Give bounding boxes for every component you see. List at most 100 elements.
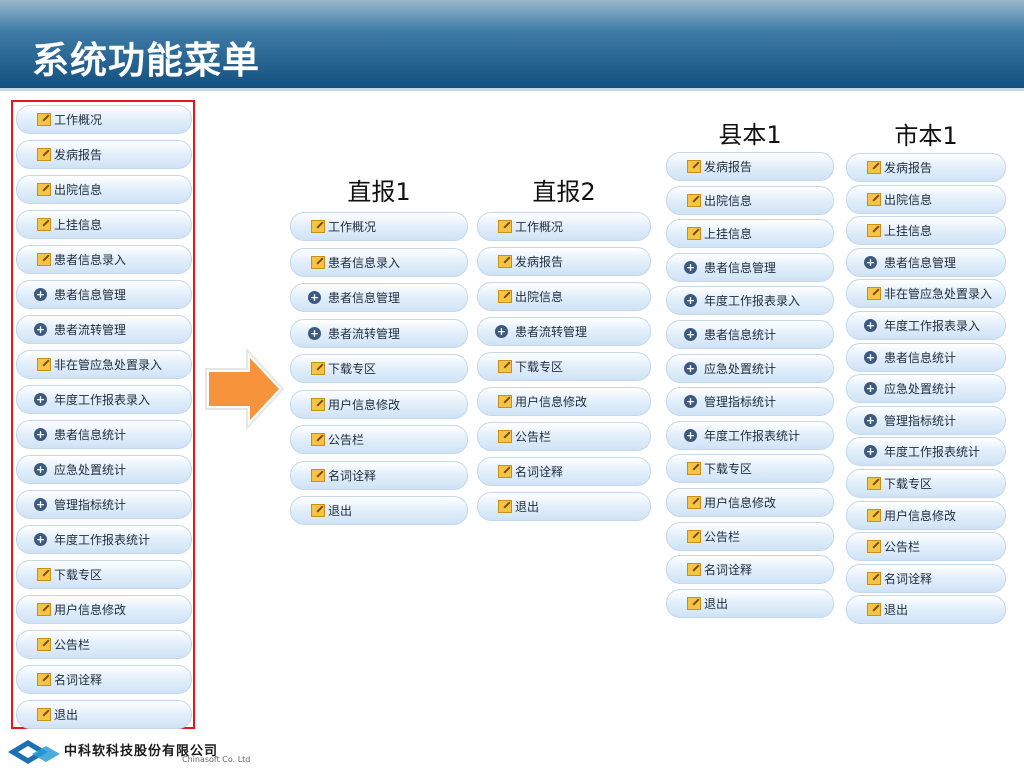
menu-item[interactable]: 非在管应急处置录入: [16, 350, 192, 379]
menu-item-label: 管理指标统计: [884, 413, 957, 428]
menu-item[interactable]: 上挂信息: [846, 216, 1006, 246]
menu-item[interactable]: 退出: [846, 595, 1006, 625]
menu-item[interactable]: 工作概况: [290, 212, 468, 241]
menu-item[interactable]: 名词诠释: [16, 665, 192, 694]
menu-item[interactable]: 发病报告: [477, 247, 651, 276]
menu-item[interactable]: 工作概况: [477, 212, 651, 241]
note-edit-icon: [687, 193, 701, 207]
menu-item[interactable]: + 年度工作报表录入: [846, 311, 1006, 340]
menu-item[interactable]: 退出: [477, 492, 651, 521]
menu-item[interactable]: + 年度工作报表统计: [16, 525, 192, 554]
menu-item-label: 患者信息录入: [328, 255, 401, 270]
menu-item-label: 患者信息统计: [884, 350, 957, 365]
menu-item[interactable]: 公告栏: [16, 630, 192, 659]
menu-item[interactable]: 公告栏: [666, 521, 834, 551]
plus-circle-icon: +: [684, 328, 697, 341]
menu-item[interactable]: + 患者流转管理: [16, 315, 192, 344]
menu-item[interactable]: 用户信息修改: [477, 387, 651, 416]
menu-item-label: 出院信息: [54, 183, 103, 197]
menu-item[interactable]: 患者信息录入: [16, 245, 192, 274]
menu-item[interactable]: 用户信息修改: [290, 389, 468, 419]
menu-item[interactable]: + 应急处置统计: [846, 374, 1006, 404]
plus-circle-icon: +: [864, 319, 877, 332]
menu-item[interactable]: + 年度工作报表录入: [666, 286, 834, 316]
menu-item-label: 应急处置统计: [704, 361, 777, 376]
menu-item-label: 上挂信息: [54, 218, 103, 232]
plus-circle-icon: +: [864, 382, 877, 396]
menu-item[interactable]: 退出: [16, 700, 192, 729]
menu-item[interactable]: 下载专区: [16, 560, 192, 589]
menu-item[interactable]: 退出: [666, 588, 834, 618]
menu-item[interactable]: 出院信息: [666, 185, 834, 215]
menu-item[interactable]: 用户信息修改: [16, 595, 192, 624]
menu-item[interactable]: 工作概况: [16, 105, 192, 134]
note-edit-icon: [311, 362, 325, 375]
menu-item[interactable]: 下载专区: [666, 454, 834, 484]
menu-item[interactable]: 下载专区: [290, 354, 468, 383]
menu-item[interactable]: 发病报告: [666, 152, 834, 181]
menu-item[interactable]: 公告栏: [290, 425, 468, 454]
menu-item[interactable]: 出院信息: [477, 282, 651, 311]
menu-item[interactable]: + 管理指标统计: [666, 387, 834, 417]
menu-item[interactable]: + 管理指标统计: [846, 405, 1006, 435]
menu-item[interactable]: 名词诠释: [666, 555, 834, 585]
menu-item-label: 下载专区: [54, 568, 103, 582]
menu-item[interactable]: 上挂信息: [16, 210, 192, 239]
menu-item[interactable]: 公告栏: [846, 532, 1006, 562]
note-edit-icon: [311, 255, 325, 269]
menu-item[interactable]: + 患者信息管理: [16, 280, 192, 309]
menu-item-label: 用户信息修改: [515, 395, 588, 409]
note-edit-icon: [37, 218, 51, 231]
menu-item[interactable]: 下载专区: [846, 469, 1006, 498]
plus-circle-icon: +: [308, 326, 321, 340]
menu-item[interactable]: 发病报告: [846, 153, 1006, 182]
menu-item[interactable]: 上挂信息: [666, 219, 834, 249]
menu-item[interactable]: + 年度工作报表统计: [846, 437, 1006, 467]
menu-item-label: 名词诠释: [515, 465, 564, 479]
menu-item[interactable]: 公告栏: [477, 422, 651, 451]
note-edit-icon: [498, 360, 512, 373]
menu-item[interactable]: + 患者信息管理: [846, 247, 1006, 277]
menu-item[interactable]: 发病报告: [16, 140, 192, 169]
note-edit-icon: [498, 430, 512, 443]
menu-item[interactable]: 出院信息: [16, 175, 192, 204]
note-edit-icon: [37, 708, 51, 721]
plus-circle-icon: +: [308, 291, 321, 304]
menu-item[interactable]: 名词诠释: [477, 457, 651, 486]
menu-item[interactable]: + 患者信息统计: [666, 320, 834, 349]
menu-item[interactable]: + 患者信息统计: [16, 420, 192, 449]
menu-item[interactable]: 出院信息: [846, 184, 1006, 214]
menu-item[interactable]: 用户信息修改: [666, 488, 834, 517]
menu-item[interactable]: 患者信息录入: [290, 247, 468, 277]
note-edit-icon: [37, 358, 51, 371]
menu-item[interactable]: 用户信息修改: [846, 500, 1006, 530]
menu-item[interactable]: + 患者信息管理: [666, 252, 834, 282]
menu-item[interactable]: 名词诠释: [290, 460, 468, 490]
menu-item[interactable]: 非在管应急处置录入: [846, 279, 1006, 309]
menu-item[interactable]: + 患者信息管理: [290, 283, 468, 312]
menu-item[interactable]: + 应急处置统计: [666, 353, 834, 383]
note-edit-icon: [37, 113, 51, 126]
menu-item-label: 退出: [704, 596, 729, 611]
menu-item[interactable]: 下载专区: [477, 352, 651, 381]
menu-item[interactable]: 退出: [290, 496, 468, 525]
menu-item-label: 工作概况: [54, 113, 103, 127]
plus-circle-icon: +: [684, 294, 697, 308]
menu-item[interactable]: + 患者流转管理: [290, 318, 468, 348]
plus-circle-icon: +: [34, 288, 47, 301]
menu-item[interactable]: + 患者信息统计: [846, 342, 1006, 372]
menu-item[interactable]: + 年度工作报表录入: [16, 385, 192, 414]
menu-item[interactable]: + 管理指标统计: [16, 490, 192, 519]
note-edit-icon: [37, 603, 51, 616]
note-edit-icon: [311, 468, 325, 482]
plus-circle-icon: +: [864, 350, 877, 364]
column-heading-zhibao2: 直报2: [532, 178, 596, 206]
arrow-right-icon: [205, 347, 285, 431]
menu-item[interactable]: + 应急处置统计: [16, 455, 192, 484]
menu-item[interactable]: + 年度工作报表统计: [666, 420, 834, 450]
column-heading-shiben1: 市本1: [894, 122, 958, 150]
menu-item[interactable]: 名词诠释: [846, 563, 1006, 593]
menu-item-label: 名词诠释: [884, 571, 933, 586]
menu-item-label: 上挂信息: [704, 227, 753, 242]
menu-item[interactable]: + 患者流转管理: [477, 317, 651, 346]
